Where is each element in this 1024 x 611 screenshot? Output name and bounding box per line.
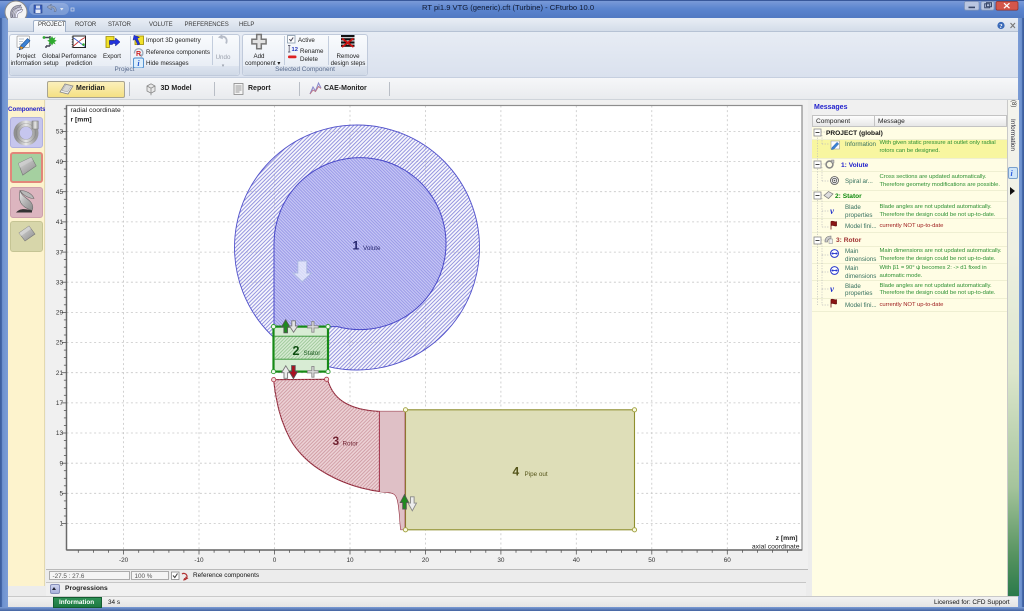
svg-text:30: 30 — [497, 557, 505, 564]
svg-text:1: 1 — [353, 239, 360, 253]
svg-text:9: 9 — [59, 460, 63, 467]
svg-text:ν: ν — [830, 206, 835, 216]
svg-text:37: 37 — [56, 249, 64, 256]
svg-text:41: 41 — [56, 219, 64, 226]
svg-text:29: 29 — [56, 310, 64, 317]
svg-text:33: 33 — [56, 279, 64, 286]
svg-text:z [mm]: z [mm] — [776, 535, 798, 542]
svg-text:1: 1 — [59, 521, 63, 528]
svg-text:Rotor: Rotor — [343, 441, 358, 448]
svg-text:40: 40 — [573, 557, 581, 564]
svg-text:Stator: Stator — [304, 350, 321, 357]
svg-text:53: 53 — [56, 129, 64, 136]
svg-text:50: 50 — [648, 557, 656, 564]
svg-text:60: 60 — [724, 557, 732, 564]
svg-text:20: 20 — [422, 557, 430, 564]
svg-text:25: 25 — [56, 340, 64, 347]
svg-text:17: 17 — [56, 400, 64, 407]
svg-text:r [mm]: r [mm] — [71, 117, 92, 124]
svg-text:10: 10 — [346, 557, 354, 564]
svg-text:radial coordinate: radial coordinate — [71, 107, 121, 114]
svg-text:2: 2 — [293, 344, 300, 358]
svg-text:-10: -10 — [194, 557, 204, 564]
svg-text:Volute: Volute — [363, 245, 381, 252]
svg-text:?: ? — [999, 23, 1002, 30]
svg-text:R: R — [136, 51, 141, 58]
svg-text:49: 49 — [56, 159, 64, 166]
svg-text:axial coordinate: axial coordinate — [752, 544, 800, 551]
svg-text:Pipe out: Pipe out — [525, 471, 548, 478]
svg-text:3: 3 — [333, 434, 340, 448]
svg-text:12: 12 — [292, 47, 298, 53]
svg-text:5: 5 — [59, 491, 63, 498]
svg-text:-20: -20 — [119, 557, 129, 564]
svg-text:45: 45 — [56, 189, 64, 196]
svg-text:21: 21 — [56, 370, 64, 377]
svg-text:13: 13 — [56, 430, 64, 437]
svg-text:0: 0 — [273, 557, 277, 564]
svg-text:4: 4 — [513, 465, 520, 479]
svg-text:ν: ν — [830, 284, 835, 294]
